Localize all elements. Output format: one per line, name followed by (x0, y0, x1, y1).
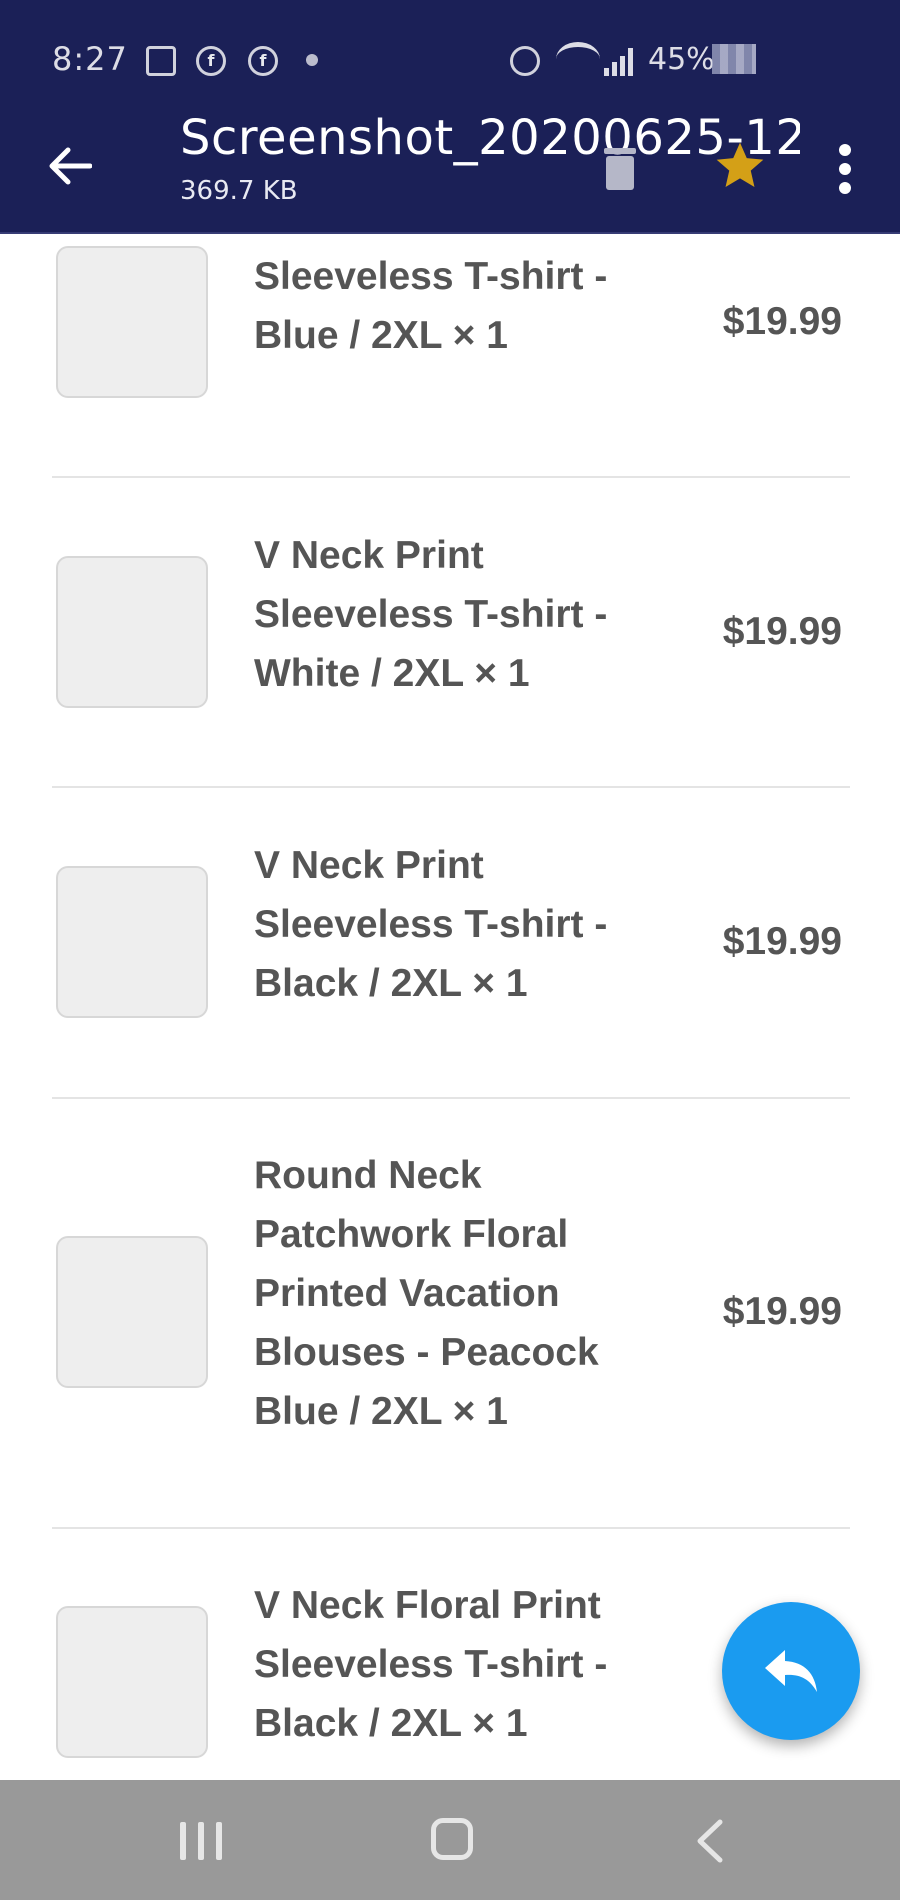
more-options-button[interactable] (830, 144, 860, 194)
system-back-button[interactable] (690, 1818, 730, 1864)
product-thumbnail (56, 1606, 208, 1758)
status-bar: 8:27 f f 45% (0, 0, 900, 110)
favorite-button[interactable] (712, 138, 768, 194)
product-thumbnail (56, 866, 208, 1018)
divider (52, 786, 850, 788)
product-thumbnail (56, 246, 208, 398)
file-size: 369.7 KB (180, 176, 298, 206)
product-name: Round Neck Patchwork Floral Printed Vaca… (254, 1154, 599, 1433)
more-notifications-dot-icon (306, 54, 318, 66)
screen: V Neck Print Sleeveless T-shirt - Blue /… (0, 0, 900, 1900)
divider (52, 1097, 850, 1099)
signal-icon (604, 46, 638, 76)
wifi-icon (556, 42, 600, 76)
order-item-list[interactable]: V Neck Print Sleeveless T-shirt - Blue /… (0, 0, 900, 1780)
app-bar: 8:27 f f 45% Screenshot_20200625-12... 3… (0, 0, 900, 232)
system-nav-bar (0, 1780, 900, 1900)
status-time: 8:27 (52, 40, 128, 78)
star-icon (716, 142, 764, 187)
delete-button[interactable] (604, 148, 636, 190)
product-thumbnail (56, 556, 208, 708)
alarm-icon (510, 46, 540, 76)
share-fab-button[interactable] (722, 1602, 860, 1740)
battery-icon (712, 44, 756, 74)
product-name: V Neck Floral Print Sleeveless T-shirt -… (254, 1584, 608, 1745)
product-price: $19.99 (722, 610, 842, 653)
facebook-notification-icon: f (248, 46, 278, 76)
product-name: V Neck Print Sleeveless T-shirt - Black … (254, 844, 608, 1005)
product-price: $19.99 (722, 300, 842, 343)
reply-icon (765, 1650, 817, 1692)
divider (52, 476, 850, 478)
recents-button[interactable] (178, 1822, 224, 1860)
product-thumbnail (56, 1236, 208, 1388)
back-button[interactable] (40, 136, 100, 196)
facebook-notification-icon: f (196, 46, 226, 76)
battery-percent: 45% (648, 42, 715, 77)
home-button[interactable] (431, 1818, 473, 1860)
product-price: $19.99 (722, 920, 842, 963)
arrow-left-icon (49, 147, 92, 185)
gallery-notification-icon (146, 46, 176, 76)
product-price: $19.99 (722, 1290, 842, 1333)
chevron-left-icon (697, 1819, 723, 1863)
product-name: V Neck Print Sleeveless T-shirt - White … (254, 534, 608, 695)
divider (52, 1527, 850, 1529)
file-title: Screenshot_20200625-12... (180, 110, 800, 166)
